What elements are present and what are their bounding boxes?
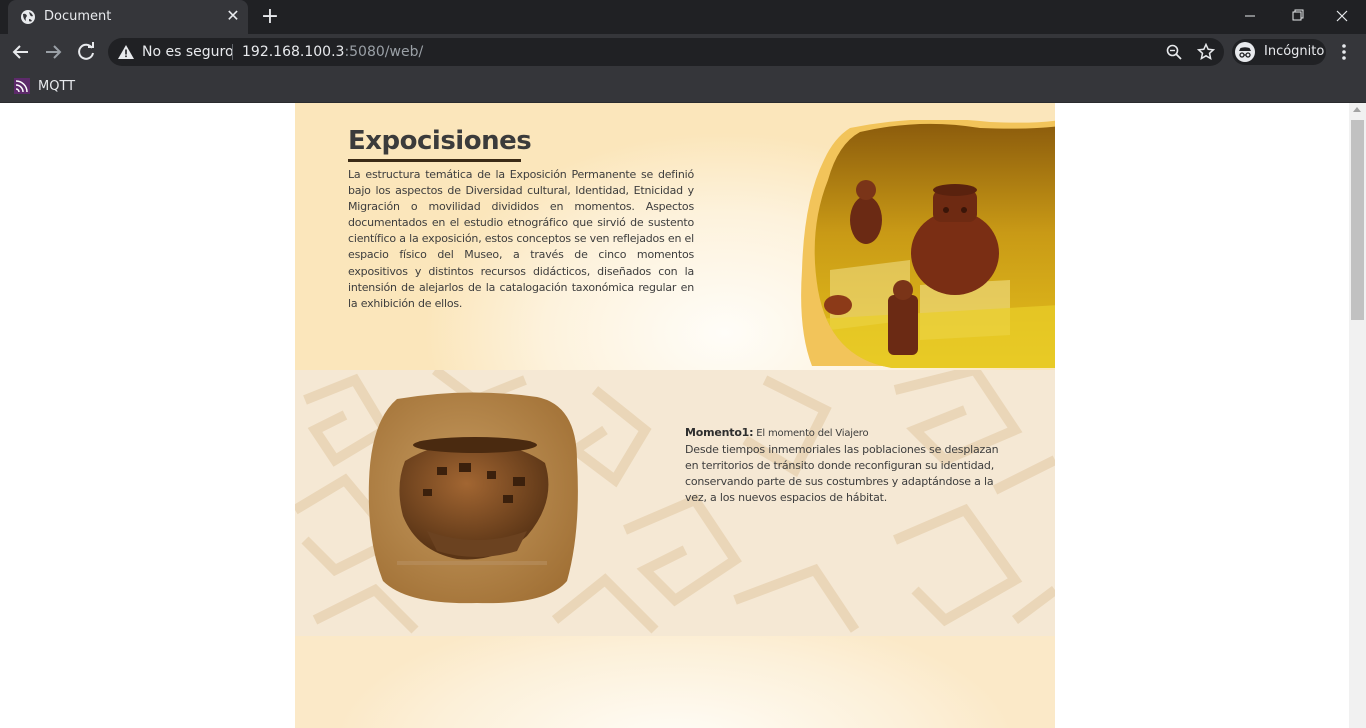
moment-heading: Momento1: El momento del Viajero [685, 425, 1015, 442]
browser-toolbar: No es seguro 192.168.100.3:5080/web/ Inc… [0, 34, 1366, 70]
globe-icon [21, 10, 35, 24]
moment-label: Momento1: [685, 426, 754, 439]
bookmark-mqtt[interactable]: MQTT [8, 74, 75, 98]
incognito-icon [1235, 42, 1255, 62]
close-window-icon[interactable] [1320, 4, 1364, 28]
section-title: Expocisiones [348, 126, 532, 156]
back-arrow-icon[interactable] [8, 39, 34, 65]
moment-title: El momento del Viajero [753, 428, 869, 439]
restore-icon[interactable] [1275, 4, 1319, 28]
reload-icon[interactable] [73, 39, 99, 65]
url-host: 192.168.100.3 [242, 44, 345, 60]
exhibitions-intro-section: Expocisiones La estructura temática de l… [295, 103, 1055, 370]
warning-icon[interactable] [118, 45, 134, 59]
page-viewport[interactable]: Expocisiones La estructura temática de l… [0, 103, 1349, 728]
security-label[interactable]: No es seguro [142, 44, 234, 60]
bookmark-label: MQTT [38, 79, 76, 94]
profile-label: Incógnito [1264, 44, 1325, 59]
intro-paragraph: La estructura temática de la Exposición … [348, 168, 694, 310]
moment-description: Momento1: El momento del Viajero Desde t… [685, 425, 1015, 506]
close-tab-icon[interactable]: ✕ [224, 8, 242, 26]
title-underline [348, 159, 521, 162]
tab-strip: Document ✕ + [0, 0, 1366, 34]
next-section [295, 636, 1055, 728]
exhibition-photo [801, 120, 1055, 369]
zoom-out-icon[interactable] [1166, 44, 1182, 60]
scroll-up-arrow-icon[interactable] [1353, 107, 1361, 112]
menu-kebab-icon[interactable] [1336, 42, 1352, 62]
minimize-icon[interactable] [1228, 4, 1272, 28]
tab-title: Document [44, 9, 112, 24]
browser-tab[interactable]: Document ✕ [8, 0, 248, 34]
incognito-profile-button[interactable]: Incógnito [1232, 39, 1326, 65]
address-bar[interactable]: No es seguro 192.168.100.3:5080/web/ [108, 38, 1224, 66]
forward-arrow-icon[interactable] [40, 39, 66, 65]
vertical-scrollbar[interactable] [1349, 103, 1366, 728]
bookmarks-bar: MQTT [0, 70, 1366, 103]
address-separator [232, 44, 233, 60]
url-path: :5080/web/ [344, 44, 424, 60]
mqtt-icon [14, 78, 30, 94]
bookmark-star-icon[interactable] [1197, 43, 1215, 61]
url-text[interactable]: 192.168.100.3:5080/web/ [242, 44, 423, 60]
moment-one-section: Momento1: El momento del Viajero Desde t… [295, 370, 1055, 636]
moment-body: Desde tiempos inmemoriales las poblacion… [685, 443, 999, 504]
page-content: Expocisiones La estructura temática de l… [295, 103, 1055, 728]
ceramic-pot-photo [368, 392, 578, 604]
new-tab-button[interactable]: + [258, 5, 282, 29]
scroll-thumb[interactable] [1351, 120, 1364, 320]
